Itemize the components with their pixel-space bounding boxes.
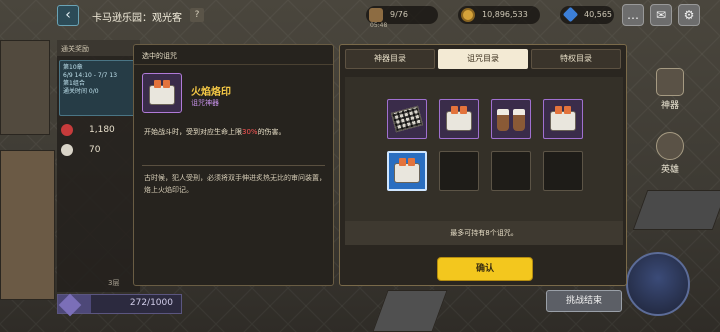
map-building bbox=[632, 190, 720, 230]
curse-effect: 开始战斗时，受到对应生命上限30%的伤害。 bbox=[144, 127, 330, 137]
back-button[interactable]: ‹ bbox=[57, 5, 79, 26]
defense-icon bbox=[61, 144, 73, 156]
coin-icon bbox=[461, 8, 475, 22]
curse-slot-8[interactable] bbox=[543, 151, 583, 191]
curse-effect-highlight: 30% bbox=[242, 128, 258, 136]
attack-icon bbox=[61, 124, 73, 136]
stat-row-attack: 1,180 bbox=[57, 120, 140, 140]
mail-button[interactable]: ✉ bbox=[650, 4, 672, 26]
curse-slot-7[interactable] bbox=[491, 151, 531, 191]
top-bar: ‹ 卡马逊乐园：观光客 ? 9/76 05:48 10,896,533 40,5… bbox=[0, 0, 720, 30]
curse-flavor-text: 古时候，犯人受刑，必须将双手伸进炙热无比的审问装置，烙上火焰印记。 bbox=[144, 174, 326, 194]
keyboard-icon bbox=[390, 105, 424, 133]
boots-icon bbox=[497, 107, 525, 131]
mail-icon: ✉ bbox=[655, 8, 667, 22]
curse-effect-suffix: 的伤害。 bbox=[257, 128, 286, 136]
progress-bar: 272/1000 bbox=[57, 293, 182, 317]
curse-name: 火焰烙印 bbox=[191, 87, 231, 98]
hero-icon bbox=[656, 132, 684, 160]
stage-info-card[interactable]: 第10章 6/9 14:10 - 7/7 13 第1组合 通关时间 0/0 bbox=[59, 60, 138, 116]
curse-capacity-text: 最多可持有8个诅咒。 bbox=[345, 221, 623, 245]
floor-label: 3层 bbox=[108, 279, 120, 287]
stage-clear-time: 通关时间 0/0 bbox=[63, 88, 99, 95]
selected-curse-icon-box bbox=[142, 73, 182, 113]
toaster-icon bbox=[394, 158, 420, 183]
curse-detail-panel: 选中的诅咒 火焰烙印 诅咒神器 开始战斗时，受到对应生命上限30%的伤害。 古时… bbox=[133, 44, 334, 286]
catalog-tabs: 神器目录 诅咒目录 特权目录 bbox=[345, 49, 621, 69]
curse-slot-2[interactable] bbox=[439, 99, 479, 139]
stat-attack-value: 1,180 bbox=[89, 125, 115, 135]
stage-title: 卡马逊乐园：观光客 bbox=[92, 13, 182, 24]
map-building bbox=[0, 150, 55, 300]
artifact-icon bbox=[656, 68, 684, 96]
curse-slot-grid bbox=[345, 77, 623, 245]
tab-artifact-catalog[interactable]: 神器目录 bbox=[345, 49, 435, 69]
stage-chapter: 第10章 bbox=[63, 64, 83, 71]
curse-slot-6[interactable] bbox=[439, 151, 479, 191]
food-icon bbox=[369, 8, 383, 22]
settings-button[interactable]: ⚙ bbox=[678, 4, 700, 26]
hero-side-button[interactable]: 英雄 bbox=[650, 132, 690, 175]
gem-value: 40,565 bbox=[584, 10, 612, 19]
stat-defense-value: 70 bbox=[89, 145, 101, 155]
tab-privilege-catalog[interactable]: 特权目录 bbox=[531, 49, 621, 69]
divider bbox=[142, 165, 325, 166]
gear-icon: ⚙ bbox=[683, 8, 695, 22]
map-building bbox=[372, 290, 448, 332]
curse-effect-prefix: 开始战斗时，受到对应生命上限 bbox=[144, 128, 242, 136]
player-avatar[interactable] bbox=[626, 252, 690, 316]
curse-detail-header: 选中的诅咒 bbox=[134, 45, 333, 65]
tab-curse-catalog[interactable]: 诅咒目录 bbox=[438, 49, 528, 69]
food-timer: 05:48 bbox=[370, 22, 388, 29]
curse-slot-1[interactable] bbox=[387, 99, 427, 139]
stat-row-defense: 70 bbox=[57, 140, 140, 160]
chat-icon: … bbox=[627, 8, 639, 22]
curse-type: 诅咒神器 bbox=[191, 99, 219, 107]
toaster-icon bbox=[149, 80, 175, 105]
map-building bbox=[0, 40, 50, 135]
curse-slot-3[interactable] bbox=[491, 99, 531, 139]
artifact-side-button[interactable]: 神器 bbox=[650, 68, 690, 111]
progress-text: 272/1000 bbox=[129, 298, 173, 308]
toaster-icon bbox=[550, 106, 576, 131]
chat-button[interactable]: … bbox=[622, 4, 644, 26]
arrow-left-icon: ‹ bbox=[65, 7, 71, 23]
coin-counter[interactable]: 10,896,533 bbox=[458, 6, 540, 24]
gem-icon bbox=[562, 6, 579, 23]
coin-value: 10,896,533 bbox=[482, 10, 528, 19]
curse-catalog-panel: 神器目录 诅咒目录 特权目录 最多可持有8个诅咒。 确认 bbox=[339, 44, 627, 286]
stage-group: 第1组合 bbox=[63, 80, 85, 87]
stage-dates: 6/9 14:10 - 7/7 13 bbox=[63, 72, 118, 79]
confirm-button[interactable]: 确认 bbox=[437, 257, 533, 281]
food-value: 9/76 bbox=[390, 10, 408, 19]
toaster-icon bbox=[446, 106, 472, 131]
reward-panel: 通关奖励 第10章 6/9 14:10 - 7/7 13 第1组合 通关时间 0… bbox=[57, 40, 140, 292]
hero-side-label: 英雄 bbox=[660, 165, 679, 175]
help-button[interactable]: ? bbox=[190, 8, 204, 22]
reward-panel-header: 通关奖励 bbox=[57, 40, 140, 56]
curse-slot-4[interactable] bbox=[543, 99, 583, 139]
end-challenge-button[interactable]: 挑战结束 bbox=[546, 290, 622, 312]
artifact-side-label: 神器 bbox=[660, 101, 679, 111]
curse-slot-5[interactable] bbox=[387, 151, 427, 191]
gem-counter[interactable]: 40,565 bbox=[560, 6, 614, 24]
